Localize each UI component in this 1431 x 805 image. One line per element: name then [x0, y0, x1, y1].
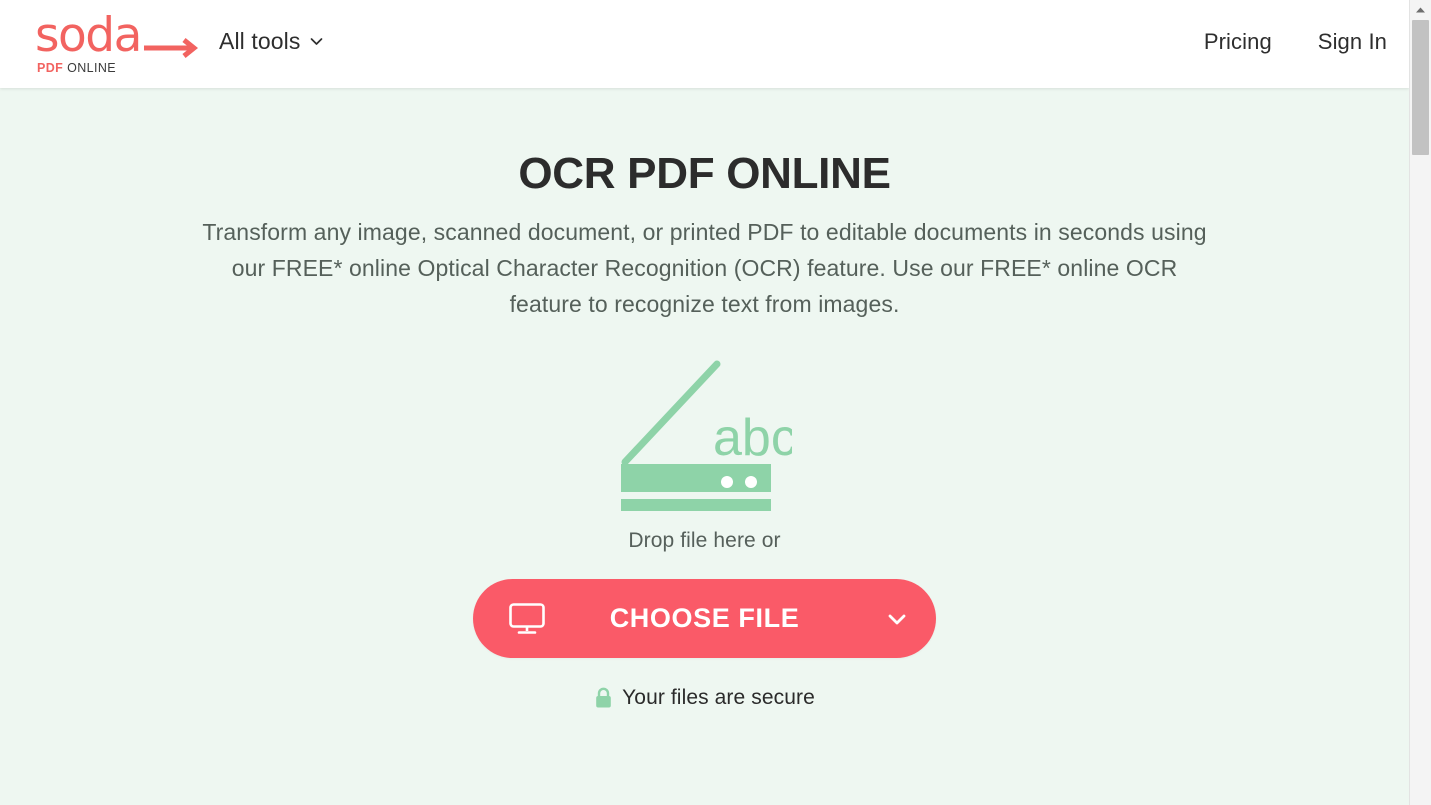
file-dropzone[interactable]: abc Drop file here or CHOOSE FILE Your f…: [0, 352, 1409, 710]
soda-pdf-logo[interactable]: soda PDF ONLINE: [35, 8, 199, 77]
lock-icon: [594, 687, 613, 709]
page-root: soda PDF ONLINE All tools Pricing Sign I…: [0, 0, 1431, 805]
triangle-up-icon: [1415, 1, 1426, 19]
nav-link-sign-in[interactable]: Sign In: [1318, 29, 1387, 55]
files-secure-label: Your files are secure: [622, 686, 815, 709]
svg-text:abc: abc: [713, 409, 792, 467]
chevron-down-icon: [310, 35, 323, 48]
hero-section: OCR PDF ONLINE Transform any image, scan…: [0, 100, 1409, 805]
site-header: soda PDF ONLINE All tools Pricing Sign I…: [0, 0, 1409, 88]
page-subtitle: Transform any image, scanned document, o…: [202, 219, 1207, 317]
drop-file-text: Drop file here or: [628, 529, 781, 552]
header-nav-right: Pricing Sign In: [1204, 29, 1387, 55]
page-title: OCR PDF ONLINE: [518, 149, 891, 198]
logo-subtitle-online: ONLINE: [63, 61, 117, 75]
nav-link-pricing[interactable]: Pricing: [1204, 29, 1272, 55]
header-inner: soda PDF ONLINE All tools Pricing Sign I…: [0, 0, 1409, 88]
arrow-right-icon: [142, 38, 204, 58]
monitor-icon: [508, 602, 546, 636]
choose-file-button[interactable]: CHOOSE FILE: [473, 579, 936, 658]
files-secure-note: Your files are secure: [0, 686, 1409, 710]
logo-subtitle: PDF ONLINE: [37, 61, 116, 75]
browser-viewport: soda PDF ONLINE All tools Pricing Sign I…: [0, 0, 1409, 805]
logo-wordmark: soda: [35, 8, 142, 63]
all-tools-label: All tools: [219, 28, 301, 54]
logo-subtitle-pdf: PDF: [37, 61, 64, 75]
vertical-scrollbar[interactable]: [1409, 0, 1431, 805]
chevron-down-icon[interactable]: [886, 608, 908, 630]
all-tools-menu[interactable]: All tools: [219, 28, 323, 55]
scrollbar-up-button[interactable]: [1410, 0, 1431, 19]
scrollbar-thumb[interactable]: [1412, 20, 1429, 155]
scanner-icon: abc: [617, 352, 797, 517]
